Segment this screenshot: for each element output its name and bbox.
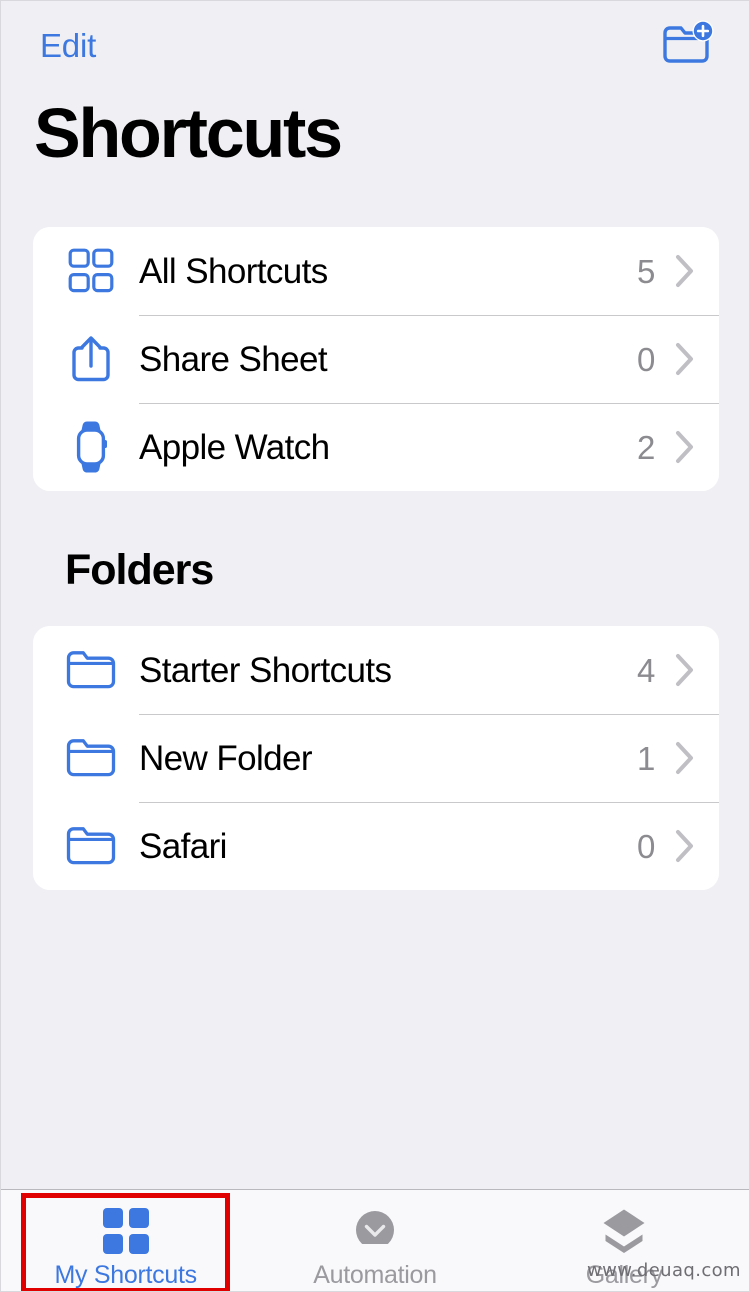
stacked-layers-icon [598,1208,650,1254]
share-sheet-icon [63,333,119,385]
chevron-right-icon [675,741,695,775]
list-item-all-shortcuts[interactable]: All Shortcuts 5 [33,227,719,315]
shortcuts-app-screen: Edit Shortcuts All Shortcuts 5 Share She… [0,0,750,1292]
new-folder-button[interactable] [657,16,719,75]
folder-icon [63,737,119,779]
section-header-folders: Folders [65,546,214,594]
clock-circle-icon [352,1208,398,1254]
list-item-label: New Folder [139,738,313,778]
list-item-starter-shortcuts[interactable]: Starter Shortcuts 4 [33,626,719,714]
list-item-label: Starter Shortcuts [139,650,392,690]
folder-icon [63,649,119,691]
list-item-label: All Shortcuts [139,251,328,291]
list-item-label: Share Sheet [139,339,328,379]
chevron-right-icon [675,653,695,687]
item-count: 0 [636,340,655,378]
item-count: 2 [636,428,655,466]
chevron-right-icon [675,254,695,288]
folders-list-card: Starter Shortcuts 4 New Folder 1 Safari … [33,626,719,890]
folder-icon [63,825,119,867]
chevron-right-icon [675,430,695,464]
item-count: 1 [636,739,655,777]
item-count: 4 [636,651,655,689]
page-title: Shortcuts [34,94,343,172]
tab-my-shortcuts[interactable]: My Shortcuts [1,1190,250,1291]
tab-label: Automation [313,1261,437,1289]
main-list-card: All Shortcuts 5 Share Sheet 0 Apple Watc… [33,227,719,491]
list-item-share-sheet[interactable]: Share Sheet 0 [33,315,719,403]
tab-label: My Shortcuts [54,1261,198,1289]
chevron-right-icon [675,829,695,863]
navigation-bar: Edit [1,1,749,89]
tab-automation[interactable]: Automation [250,1190,499,1291]
item-count: 0 [636,827,655,865]
folder-plus-icon [661,20,715,71]
apple-watch-icon [63,420,119,474]
list-item-apple-watch[interactable]: Apple Watch 2 [33,403,719,491]
item-count: 5 [636,252,655,290]
grid-2x2-filled-icon [102,1208,149,1254]
edit-button[interactable]: Edit [34,25,102,66]
watermark: www.deuaq.com [587,1260,741,1281]
list-item-label: Safari [139,826,227,866]
chevron-right-icon [675,342,695,376]
list-item-new-folder[interactable]: New Folder 1 [33,714,719,802]
list-item-label: Apple Watch [139,427,330,467]
list-item-safari[interactable]: Safari 0 [33,802,719,890]
grid-2x2-icon [63,248,119,294]
